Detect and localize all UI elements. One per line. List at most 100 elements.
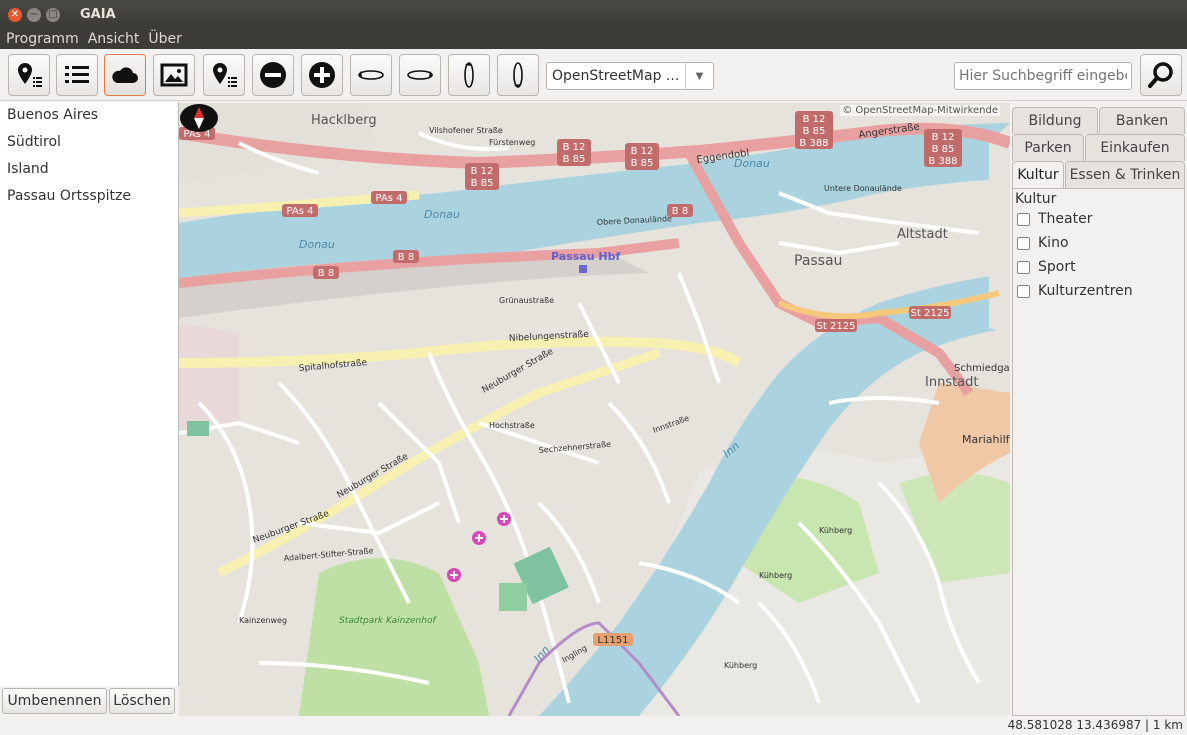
places-list: Buenos Aires Südtirol Island Passau Orts… [0,102,178,210]
delete-button[interactable]: Löschen [109,688,175,714]
zoom-out-button[interactable] [252,54,294,96]
checkbox-kulturzentren[interactable]: Kulturzentren [1017,279,1184,303]
window-close-button[interactable]: ✕ [8,7,22,22]
rename-button[interactable]: Umbenennen [2,688,107,714]
window-maximize-button[interactable]: □ [46,7,60,22]
add-place-button[interactable] [8,54,50,96]
hospital-icon [472,531,486,545]
menu-programm[interactable]: Programm [6,31,79,47]
svg-text:B 85: B 85 [563,154,586,165]
map-pin-list-icon [18,63,42,87]
checkbox-box[interactable] [1017,236,1030,250]
map-label: Passau [794,253,842,269]
tilt-up-button[interactable] [448,54,490,96]
places-actions: Umbenennen Löschen [0,686,179,716]
road-shield: B 8 [667,204,693,217]
tab-bildung[interactable]: Bildung [1012,107,1098,134]
category-heading: Kultur [1015,191,1057,207]
svg-text:B 8: B 8 [672,206,688,217]
hospital-icon [497,512,511,526]
coordinates-readout: 48.581028 13.436987 | 1 km [1007,718,1183,732]
svg-text:B 8: B 8 [398,252,414,263]
zoom-in-button[interactable] [301,54,343,96]
checkbox-box[interactable] [1017,284,1030,298]
map-label: Kühberg [819,526,852,535]
map-label: Fürstenweg [489,138,535,147]
map-label: Innstadt [925,375,979,390]
place-item[interactable]: Island [0,156,178,183]
svg-text:B 388: B 388 [799,138,828,149]
map-canvas[interactable]: Hacklberg Donau Donau Donau Passau Hbf P… [179,103,1010,716]
map-attribution: © OpenStreetMap-Mitwirkende [840,105,1000,116]
map-layer-value: OpenStreetMap ... [552,68,680,84]
menu-ueber[interactable]: Über [148,31,182,47]
rotate-right-button[interactable] [399,54,441,96]
svg-text:St 2125: St 2125 [817,321,856,332]
tab-kultur[interactable]: Kultur [1012,161,1064,188]
map-label: Kainzenweg [239,616,287,625]
map-label: Kühberg [759,571,792,580]
cloud-icon [112,67,138,83]
compass-icon[interactable] [179,103,219,133]
checkbox-kino[interactable]: Kino [1017,231,1184,255]
svg-text:St 2125: St 2125 [911,308,950,319]
checkbox-theater[interactable]: Theater [1017,207,1184,231]
tab-banken[interactable]: Banken [1099,107,1185,134]
search-input[interactable] [954,62,1132,90]
road-shield: B 12B 85 [465,163,499,190]
tab-essen-trinken[interactable]: Essen & Trinken [1065,161,1185,188]
tab-parken[interactable]: Parken [1012,134,1084,161]
svg-text:B 85: B 85 [932,144,955,155]
title-bar: ✕ − □ GAIA [0,0,1187,29]
checkbox-label: Kino [1038,235,1069,251]
search-button[interactable] [1140,54,1182,96]
map-view[interactable]: Hacklberg Donau Donau Donau Passau Hbf P… [179,103,1010,716]
svg-text:B 12: B 12 [563,142,586,153]
map-label: Hacklberg [311,113,377,128]
road-shield: B 8 [313,266,339,279]
rotate-vertical-icon [464,62,474,88]
svg-text:B 12: B 12 [471,166,494,177]
svg-text:B 388: B 388 [928,156,957,167]
rotate-left-button[interactable] [350,54,392,96]
tab-einkaufen[interactable]: Einkaufen [1085,134,1185,161]
road-shield: PAs 4 [282,204,318,217]
tilt-down-button[interactable] [497,54,539,96]
image-button[interactable] [153,54,195,96]
place-item[interactable]: Buenos Aires [0,102,178,129]
chevron-down-icon[interactable]: ▼ [685,63,713,89]
road-shield: St 2125 [815,319,857,332]
minus-circle-icon [260,62,286,88]
road-shield: B 12B 85 [625,143,659,170]
svg-text:B 8: B 8 [318,268,334,279]
train-station-icon [579,265,587,273]
map-pin-list-icon [213,63,237,87]
map-label: Donau [424,208,460,221]
road-shield: B 12B 85B 388 [795,111,833,149]
menu-ansicht[interactable]: Ansicht [88,31,140,47]
road-shield: PAs 4 [371,191,407,204]
map-label: Untere Donaulände [824,184,902,193]
checkbox-label: Sport [1038,259,1076,275]
checkbox-label: Theater [1038,211,1093,227]
checkbox-box[interactable] [1017,260,1030,274]
window-minimize-button[interactable]: − [27,7,41,22]
toolbar: OpenStreetMap ... ▼ [0,49,1187,101]
place-item[interactable]: Passau Ortsspitze [0,183,178,210]
map-layer-select[interactable]: OpenStreetMap ... ▼ [546,62,714,90]
checkbox-box[interactable] [1017,212,1030,226]
cloud-button[interactable] [104,54,146,96]
image-icon [160,63,188,87]
map-label: Vilshofener Straße [429,126,503,135]
map-label: Grünaustraße [499,296,554,305]
search-icon [1148,62,1173,88]
place-item[interactable]: Südtirol [0,129,178,156]
map-label: Donau [299,238,335,251]
map-label: Schmiedgasse [954,363,1010,374]
list-button[interactable] [56,54,98,96]
checkbox-sport[interactable]: Sport [1017,255,1184,279]
place-list-button[interactable] [203,54,245,96]
road-shield: St 2125 [909,306,951,319]
rotate-horizontal-icon [358,70,384,80]
svg-text:B 85: B 85 [631,158,654,169]
